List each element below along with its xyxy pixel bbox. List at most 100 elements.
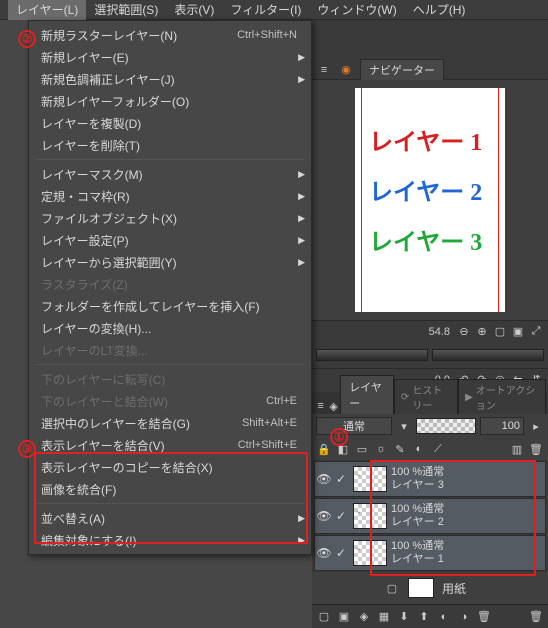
menu-merge-below: 下のレイヤーと結合(W)Ctrl+E	[29, 390, 311, 412]
layer-thumb: ~	[353, 540, 387, 566]
menu-new-layer-folder[interactable]: 新規レイヤーフォルダー(O)	[29, 90, 311, 112]
menu-lt-convert: レイヤーのLT変換...	[29, 339, 311, 361]
menu-delete-layer[interactable]: レイヤーを削除(T)	[29, 134, 311, 156]
check-icon[interactable]: ✓	[333, 509, 349, 523]
lock-alpha-icon[interactable]: ◧	[335, 441, 351, 457]
tab-layer[interactable]: レイヤー	[340, 375, 394, 414]
paper-label: 用紙	[442, 580, 466, 597]
layers-icon[interactable]: ◈	[327, 398, 340, 414]
layer-thumb: ~	[353, 503, 387, 529]
zoom-slider[interactable]	[316, 349, 428, 361]
layer-panel: ≡ ◈ レイヤー ⟳ヒストリー ▶オートアクション 通常 ▾ 100 ▸ 🔒 ◧…	[312, 392, 548, 628]
panel-menu-icon[interactable]: ≡	[314, 398, 327, 414]
navigator-slider-row	[312, 342, 548, 368]
actual-icon[interactable]: ▣	[510, 324, 526, 340]
ruler-icon[interactable]: ⟋	[430, 441, 446, 457]
ref-icon[interactable]: ☼	[373, 441, 389, 457]
menu-selection[interactable]: 選択範囲(S)	[86, 0, 166, 20]
menu-window[interactable]: ウィンドウ(W)	[309, 0, 404, 20]
layer-row[interactable]: 👁 ✓ ~ 100 %通常レイヤー 3	[314, 461, 546, 497]
zoom-slider-2[interactable]	[432, 349, 544, 361]
expand-icon[interactable]: ⤢	[528, 324, 544, 340]
tab-autoaction[interactable]: ▶オートアクション	[458, 379, 546, 414]
right-panels: ≡ ◉ ナビゲーター レイヤー 1 レイヤー 2 レイヤー 3 54.8 ⊖ ⊕…	[312, 20, 548, 617]
menubar: レイヤー(L) 選択範囲(S) 表示(V) フィルター(I) ウィンドウ(W) …	[0, 0, 548, 20]
menu-filter[interactable]: フィルター(I)	[222, 0, 309, 20]
zoom-in-icon[interactable]: ⊕	[474, 324, 490, 340]
menu-separator	[35, 503, 305, 504]
menu-merge-visible[interactable]: 表示レイヤーを結合(V)Ctrl+Shift+E	[29, 434, 311, 456]
paper-swatch	[408, 578, 434, 598]
navigator-tab[interactable]: ナビゲーター	[360, 59, 444, 80]
layer-bottom-bar: ▢ ▣ ◈ ▦ ⬇ ⬆ ◐ ◑ 🗑 🗑	[312, 604, 548, 628]
blend-mode-select[interactable]: 通常	[316, 417, 392, 435]
layer-menu-dropdown: 新規ラスターレイヤー(N)Ctrl+Shift+N 新規レイヤー(E)▶ 新規色…	[28, 20, 312, 555]
menu-rasterize: ラスタライズ(Z)	[29, 273, 311, 295]
menu-merge-selected[interactable]: 選択中のレイヤーを結合(G)Shift+Alt+E	[29, 412, 311, 434]
navigator-canvas[interactable]: レイヤー 1 レイヤー 2 レイヤー 3	[312, 80, 548, 320]
menu-selection-from-layer[interactable]: レイヤーから選択範囲(Y)▶	[29, 251, 311, 273]
layer-list: 👁 ✓ ~ 100 %通常レイヤー 3 👁 ✓ ~ 100 %通常レイヤー 2 …	[312, 461, 548, 604]
visibility-icon[interactable]: 👁	[315, 546, 333, 560]
paper-icon: ▢	[384, 580, 400, 596]
menu-new-correction-layer[interactable]: 新規色調補正レイヤー(J)▶	[29, 68, 311, 90]
tab-history[interactable]: ⟳ヒストリー	[394, 379, 458, 414]
panel-menu-icon[interactable]: ≡	[316, 62, 332, 78]
menu-layer[interactable]: レイヤー(L)	[8, 0, 86, 20]
zoom-out-icon[interactable]: ⊖	[456, 324, 472, 340]
menu-new-raster-layer[interactable]: 新規ラスターレイヤー(N)Ctrl+Shift+N	[29, 24, 311, 46]
lock-icon[interactable]: 🔒	[316, 441, 332, 457]
opacity-strip[interactable]	[416, 418, 476, 434]
menu-layer-mask[interactable]: レイヤーマスク(M)▶	[29, 163, 311, 185]
menu-flatten-image[interactable]: 画像を統合(F)	[29, 478, 311, 500]
layer-name: レイヤー 2	[391, 516, 545, 529]
check-icon[interactable]: ✓	[333, 472, 349, 486]
draft-icon[interactable]: ✎	[392, 441, 408, 457]
canvas-text-2: レイヤー 2	[369, 172, 482, 207]
menu-new-layer[interactable]: 新規レイヤー(E)▶	[29, 46, 311, 68]
menu-file-object[interactable]: ファイルオブジェクト(X)▶	[29, 207, 311, 229]
menu-set-target[interactable]: 編集対象にする(I)▶	[29, 529, 311, 551]
layer-opacity-label: 100 %通常	[391, 540, 545, 553]
mask-icon[interactable]: ◐	[411, 441, 427, 457]
layer-name: レイヤー 1	[391, 553, 545, 566]
layer-row[interactable]: 👁 ✓ ~ 100 %通常レイヤー 1	[314, 535, 546, 571]
layer-opacity-label: 100 %通常	[391, 503, 545, 516]
dropdown-icon[interactable]: ▾	[396, 418, 412, 434]
layer-panel-tabs: ≡ ◈ レイヤー ⟳ヒストリー ▶オートアクション	[312, 392, 548, 414]
menu-ruler-frame[interactable]: 定規・コマ枠(R)▶	[29, 185, 311, 207]
visibility-icon[interactable]: 👁	[315, 472, 333, 486]
fit-icon[interactable]: ▢	[492, 324, 508, 340]
menu-layer-settings[interactable]: レイヤー設定(P)▶	[29, 229, 311, 251]
compass-icon[interactable]: ◉	[338, 62, 354, 78]
menu-create-folder-insert[interactable]: フォルダーを作成してレイヤーを挿入(F)	[29, 295, 311, 317]
zoom-value: 54.8	[429, 326, 450, 338]
color-icon[interactable]: ▥	[509, 441, 525, 457]
menu-duplicate-layer[interactable]: レイヤーを複製(D)	[29, 112, 311, 134]
trash-icon[interactable]: 🗑	[528, 441, 544, 457]
navigator-thumbnail: レイヤー 1 レイヤー 2 レイヤー 3	[355, 88, 505, 312]
layer-thumb: ~	[353, 466, 387, 492]
layer-opacity-label: 100 %通常	[391, 466, 545, 479]
visibility-icon[interactable]: 👁	[315, 509, 333, 523]
menu-view[interactable]: 表示(V)	[166, 0, 222, 20]
menu-help[interactable]: ヘルプ(H)	[405, 0, 474, 20]
opacity-input[interactable]: 100	[480, 417, 524, 435]
menu-merge-visible-copy[interactable]: 表示レイヤーのコピーを結合(X)	[29, 456, 311, 478]
stepper-icon[interactable]: ▸	[528, 418, 544, 434]
blend-mode-row: 通常 ▾ 100 ▸	[312, 414, 548, 438]
canvas-text-3: レイヤー 3	[369, 222, 482, 257]
paper-row[interactable]: ▢ 用紙	[312, 572, 548, 604]
menu-arrange[interactable]: 並べ替え(A)▶	[29, 507, 311, 529]
menu-convert-layer[interactable]: レイヤーの変換(H)...	[29, 317, 311, 339]
navigator-header: ≡ ◉ ナビゲーター	[312, 60, 548, 80]
clip-icon[interactable]: ▭	[354, 441, 370, 457]
layer-row[interactable]: 👁 ✓ ~ 100 %通常レイヤー 2	[314, 498, 546, 534]
menu-separator	[35, 159, 305, 160]
check-icon[interactable]: ✓	[333, 546, 349, 560]
layer-name: レイヤー 3	[391, 479, 545, 492]
menu-separator	[35, 364, 305, 365]
menu-transfer-below: 下のレイヤーに転写(C)	[29, 368, 311, 390]
layer-toolbar: 🔒 ◧ ▭ ☼ ✎ ◐ ⟋ ▥ 🗑	[312, 438, 548, 460]
canvas-text-1: レイヤー 1	[369, 122, 482, 157]
